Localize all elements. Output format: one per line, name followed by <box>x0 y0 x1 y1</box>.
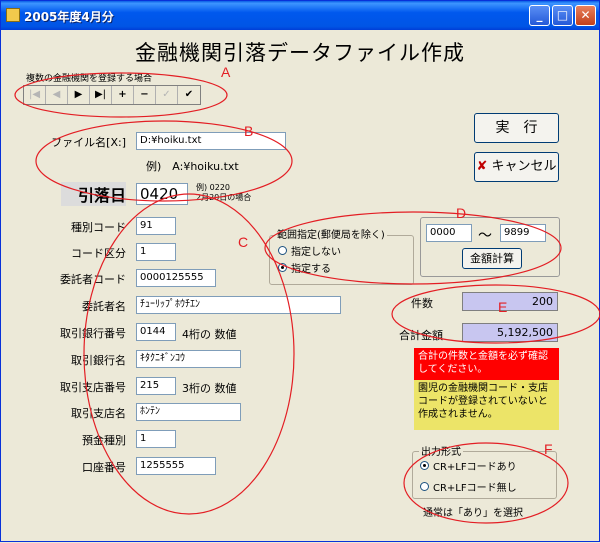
range-to-input[interactable]: 9899 <box>500 224 546 242</box>
file-name-label: ファイル名[X:] <box>51 136 126 149</box>
title-bar[interactable]: 2005年度4月分 _ □ ✕ <box>1 1 599 30</box>
file-name-example: 例) A:¥hoiku.txt <box>146 160 239 173</box>
field-label: 種別コード <box>71 221 126 234</box>
record-navigator: |◀ ◀ ▶ ▶| + − ✓ ✔ <box>23 85 201 105</box>
deposit-type-input[interactable]: 1 <box>136 430 176 448</box>
bank-number-note: 4桁の 数値 <box>182 328 237 341</box>
nav-caption: 複数の金融機関を登録する場合 <box>26 74 153 84</box>
confirm-warning: 合計の件数と金額を必ず確認してください。 <box>414 348 559 380</box>
execute-button[interactable]: 実 行 <box>474 113 559 143</box>
output-option-label: CR+LFコードあり <box>433 462 517 473</box>
range-tilde: ～ <box>478 228 492 244</box>
app-icon <box>6 8 20 22</box>
range-option-label: 指定する <box>291 264 331 275</box>
first-record-button[interactable]: |◀ <box>24 86 46 104</box>
output-option-label: CR+LFコード無し <box>433 483 517 494</box>
post-record-button[interactable]: ✔ <box>178 86 200 104</box>
annotation-marker-b: B <box>244 123 254 139</box>
range-from-input[interactable]: 0000 <box>426 224 472 242</box>
annotation-marker-a: A <box>221 64 231 80</box>
field-label: 取引銀行番号 <box>60 327 126 340</box>
annotation-marker-f: F <box>544 441 553 457</box>
withdraw-date-example-2: 2月20日の場合 <box>196 193 252 202</box>
minimize-button[interactable]: _ <box>529 5 550 26</box>
total-value: 5,192,500 <box>462 323 558 342</box>
output-option-no-crlf[interactable]: CR+LFコード無し <box>420 479 517 494</box>
last-record-button[interactable]: ▶| <box>90 86 112 104</box>
radio-icon <box>278 246 287 255</box>
field-label: 取引支店番号 <box>60 381 126 394</box>
bank-number-input[interactable]: 0144 <box>136 323 176 341</box>
window-title: 2005年度4月分 <box>24 10 114 24</box>
range-option-none[interactable]: 指定しない <box>278 243 341 258</box>
page-title: 金融機関引落データファイル作成 <box>135 41 465 65</box>
cancel-edit-button[interactable]: ✓ <box>156 86 178 104</box>
output-format-title: 出力形式 <box>419 443 463 458</box>
withdraw-date-label: 引落日 <box>61 182 126 206</box>
field-label: 預金種別 <box>82 434 126 447</box>
cancel-button-label: キャンセル <box>491 159 557 174</box>
maximize-button[interactable]: □ <box>552 5 573 26</box>
prev-record-button[interactable]: ◀ <box>46 86 68 104</box>
range-option-label: 指定しない <box>291 247 341 258</box>
consignor-name-input[interactable]: ﾁｭｰﾘｯﾌﾟﾎｳﾁｴﾝ <box>136 296 341 314</box>
field-label: 口座番号 <box>82 461 126 474</box>
field-label: 委託者コード <box>60 273 126 286</box>
close-button[interactable]: ✕ <box>575 5 596 26</box>
next-record-button[interactable]: ▶ <box>68 86 90 104</box>
branch-number-note: 3桁の 数値 <box>182 382 237 395</box>
field-label: コード区分 <box>71 247 126 260</box>
add-record-button[interactable]: + <box>112 86 134 104</box>
annotation-marker-e: E <box>498 299 508 315</box>
delete-record-button[interactable]: − <box>134 86 156 104</box>
cancel-button[interactable]: ✘ キャンセル <box>474 152 559 182</box>
branch-name-input[interactable]: ﾎﾝﾃﾝ <box>136 403 241 421</box>
range-option-specify[interactable]: 指定する <box>278 260 331 275</box>
annotation-marker-d: D <box>456 205 467 221</box>
radio-icon <box>420 482 429 491</box>
count-value: 200 <box>462 292 558 311</box>
radio-selected-icon <box>420 461 429 470</box>
field-label: 取引支店名 <box>71 407 126 420</box>
withdraw-date-example: 例) 0220 <box>196 183 231 192</box>
annotation-marker-c: C <box>238 234 249 250</box>
bank-name-input[interactable]: ｷﾀｸﾆｷﾞﾝｺｳ <box>136 350 241 368</box>
total-label: 合計金額 <box>399 329 443 342</box>
range-group-title: 範囲指定(郵便局を除く) <box>275 226 387 241</box>
cancel-x-icon: ✘ <box>476 159 488 174</box>
branch-number-input[interactable]: 215 <box>136 377 176 395</box>
code-category-input[interactable]: 1 <box>136 243 176 261</box>
consignor-code-input[interactable]: 0000125555 <box>136 269 216 287</box>
count-label: 件数 <box>411 297 433 310</box>
account-number-input[interactable]: 1255555 <box>136 457 216 475</box>
output-option-crlf[interactable]: CR+LFコードあり <box>420 458 517 473</box>
radio-selected-icon <box>278 263 287 272</box>
field-label: 取引銀行名 <box>71 354 126 367</box>
file-name-input[interactable]: D:¥hoiku.txt <box>136 132 286 150</box>
field-label: 委託者名 <box>82 300 126 313</box>
calculate-amount-button[interactable]: 金額計算 <box>462 248 522 269</box>
output-format-note: 通常は「あり」を選択 <box>423 508 523 519</box>
registration-warning: 園児の金融機関コード・支店コードが登録されていないと作成されません。 <box>414 380 559 430</box>
withdraw-date-input[interactable]: 0420 <box>136 183 188 205</box>
app-window: 2005年度4月分 _ □ ✕ 金融機関引落データファイル作成 複数の金融機関を… <box>0 0 600 542</box>
type-code-input[interactable]: 91 <box>136 217 176 235</box>
